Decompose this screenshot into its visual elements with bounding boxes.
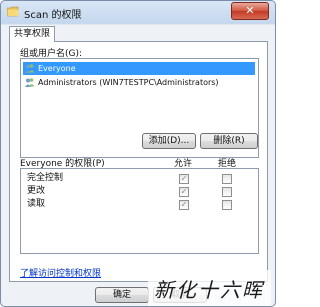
deny-checkbox[interactable]	[222, 187, 232, 197]
tab-share-permissions[interactable]: 共享权限	[9, 26, 55, 42]
permission-name: 更改	[27, 186, 46, 196]
permission-row: 读取 ✓	[23, 198, 255, 211]
deny-checkbox[interactable]	[222, 174, 232, 184]
permission-name: 读取	[27, 199, 46, 209]
permission-row: 更改 ✓	[23, 185, 255, 198]
allow-checkbox[interactable]: ✓	[179, 187, 189, 197]
ok-button[interactable]: 确定	[95, 287, 149, 303]
close-icon: ✕	[245, 4, 255, 17]
remove-button[interactable]: 删除(R)	[200, 133, 258, 149]
close-button[interactable]: ✕	[231, 2, 269, 20]
window-title: Scan 的权限	[24, 10, 82, 21]
allow-checkbox[interactable]: ✓	[179, 200, 189, 210]
users-group-icon	[25, 78, 35, 87]
folder-icon	[7, 6, 19, 17]
help-link[interactable]: 了解访问控制和权限	[20, 266, 101, 279]
list-item[interactable]: Everyone	[23, 62, 255, 75]
add-button[interactable]: 添加(D)...	[142, 133, 196, 149]
tab-label: 共享权限	[13, 29, 50, 39]
permission-name: 完全控制	[27, 173, 64, 183]
title-bar[interactable]: Scan 的权限 ✕	[1, 1, 275, 23]
watermark-logo: 新化十六晖	[148, 270, 271, 306]
permissions-dialog: Scan 的权限 ✕ 共享权限 组或用户名(G): Everyone Admin…	[0, 0, 276, 307]
tab-panel: 组或用户名(G): Everyone Administrators (WIN7T…	[9, 41, 268, 282]
permissions-table: 完全控制 ✓ 更改 ✓ 读取 ✓	[20, 168, 259, 254]
svg-text:新化十六晖: 新化十六晖	[154, 278, 265, 302]
user-name: Everyone	[38, 64, 76, 73]
permission-row: 完全控制 ✓	[23, 172, 255, 185]
allow-checkbox[interactable]: ✓	[179, 174, 189, 184]
list-item[interactable]: Administrators (WIN7TESTPC\Administrator…	[23, 76, 255, 89]
deny-checkbox[interactable]	[222, 200, 232, 210]
user-name: Administrators (WIN7TESTPC\Administrator…	[38, 78, 219, 87]
users-group-icon	[25, 64, 35, 73]
